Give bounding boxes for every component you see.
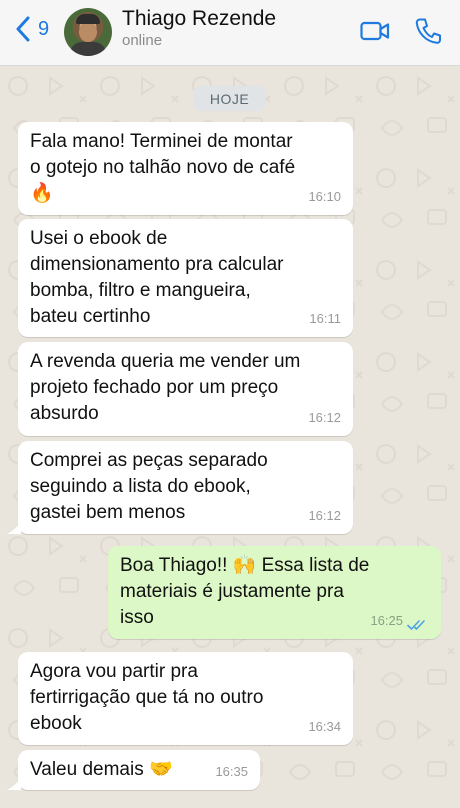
unread-count: 9 xyxy=(38,17,50,40)
date-separator: HOJE xyxy=(193,86,266,111)
message-line: dimensionamento pra calcular xyxy=(30,254,284,275)
chat-header: 9 Thiago Rezende online xyxy=(0,0,460,66)
message-list[interactable]: HOJE Fala mano! Terminei de montar o got… xyxy=(0,66,460,808)
message-line: gastei bem menos xyxy=(30,502,186,523)
message-line: 🔥 xyxy=(30,183,54,204)
contact-status: online xyxy=(122,32,163,49)
message-time: 16:34 xyxy=(308,719,341,734)
message-text: Boa Thiago!! 🙌 Essa lista de materiais é… xyxy=(120,553,369,631)
message-line: projeto fechado por um preço xyxy=(30,377,279,398)
back-button[interactable]: 9 xyxy=(16,14,49,44)
bubble-tail xyxy=(7,778,21,790)
message-bubble-incoming[interactable]: Agora vou partir pra fertirrigação que t… xyxy=(18,652,353,745)
message-bubble-outgoing[interactable]: Boa Thiago!! 🙌 Essa lista de materiais é… xyxy=(108,546,441,639)
message-time: 16:12 xyxy=(308,508,341,523)
message-bubble-incoming[interactable]: Valeu demais 🤝 16:35 xyxy=(18,750,260,790)
contact-name[interactable]: Thiago Rezende xyxy=(122,7,276,31)
message-line: Comprei as peças separado xyxy=(30,450,268,471)
avatar[interactable] xyxy=(64,8,112,56)
message-line: absurdo xyxy=(30,403,99,424)
message-text: Usei o ebook de dimensionamento pra calc… xyxy=(30,226,283,330)
message-text: Agora vou partir pra fertirrigação que t… xyxy=(30,659,263,737)
message-line: o gotejo no talhão novo de café xyxy=(30,157,296,178)
message-bubble-incoming[interactable]: Fala mano! Terminei de montar o gotejo n… xyxy=(18,122,353,215)
message-bubble-incoming[interactable]: Usei o ebook de dimensionamento pra calc… xyxy=(18,219,353,337)
message-time: 16:11 xyxy=(309,311,341,326)
message-line: materiais é justamente pra xyxy=(120,581,344,602)
message-line: isso xyxy=(120,607,154,628)
message-line: A revenda queria me vender um xyxy=(30,351,301,372)
message-line: Boa Thiago!! 🙌 Essa lista de xyxy=(120,555,370,576)
message-time: 16:12 xyxy=(308,410,341,425)
message-line: Agora vou partir pra xyxy=(30,661,198,682)
message-bubble-incoming[interactable]: Comprei as peças separado seguindo a lis… xyxy=(18,441,353,534)
message-time: 16:35 xyxy=(215,764,248,779)
message-text: Comprei as peças separado seguindo a lis… xyxy=(30,448,268,526)
bubble-tail xyxy=(7,522,21,534)
message-line: Valeu demais 🤝 xyxy=(30,759,173,780)
message-text: Fala mano! Terminei de montar o gotejo n… xyxy=(30,129,295,207)
chevron-left-icon xyxy=(16,16,30,42)
read-receipt-double-check-icon xyxy=(407,620,425,630)
message-text: A revenda queria me vender um projeto fe… xyxy=(30,349,300,427)
message-text: Valeu demais 🤝 xyxy=(30,757,173,783)
message-time: 16:25 xyxy=(370,613,403,628)
message-time: 16:10 xyxy=(308,189,341,204)
message-line: Usei o ebook de xyxy=(30,228,168,249)
message-bubble-incoming[interactable]: A revenda queria me vender um projeto fe… xyxy=(18,342,353,436)
message-line: bomba, filtro e mangueira, xyxy=(30,280,251,301)
message-line: Fala mano! Terminei de montar xyxy=(30,131,293,152)
video-camera-icon[interactable] xyxy=(360,20,390,42)
phone-icon[interactable] xyxy=(415,17,441,45)
message-line: seguindo a lista do ebook, xyxy=(30,476,251,497)
message-line: ebook xyxy=(30,713,82,734)
message-line: bateu certinho xyxy=(30,306,151,327)
message-line: fertirrigação que tá no outro xyxy=(30,687,264,708)
